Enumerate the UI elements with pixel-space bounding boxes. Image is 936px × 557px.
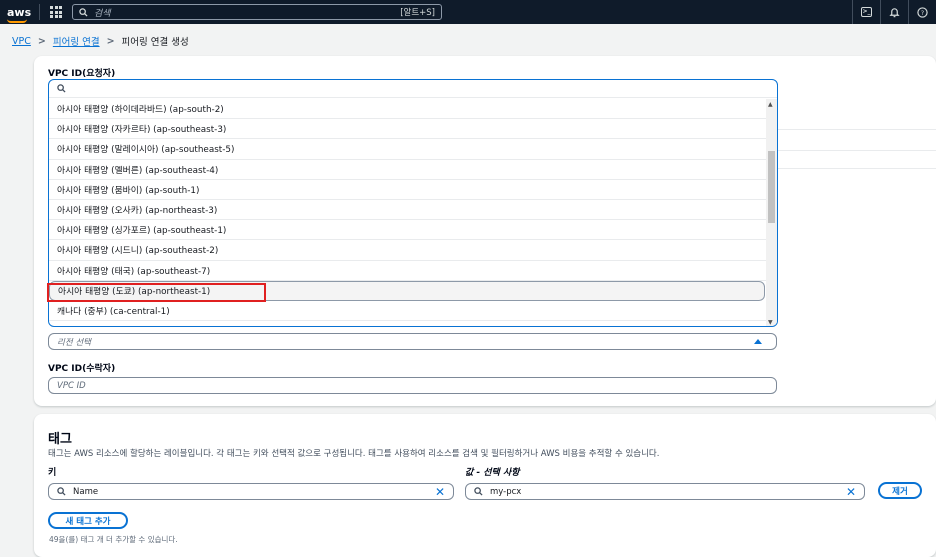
cloudshell-button[interactable]: >_ xyxy=(852,0,880,24)
search-icon xyxy=(79,7,88,17)
breadcrumb-vpc-link[interactable]: VPC xyxy=(12,36,31,47)
region-option[interactable]: 아시아 태평양 (태국) (ap-southeast-7) xyxy=(49,261,767,281)
tag-key-input[interactable]: Name ✕ xyxy=(48,483,454,500)
region-option[interactable]: 캐나다 (중부) (ca-central-1) xyxy=(49,301,767,322)
tag-key-value: Name xyxy=(73,486,99,497)
chevron-right-icon: > xyxy=(37,35,46,47)
region-select-placeholder: 리전 선택 xyxy=(57,337,91,348)
tag-value-label: 값 - 선택 사항 xyxy=(465,468,520,478)
divider xyxy=(778,129,936,130)
region-option[interactable]: 아시아 태평양 (시드니) (ap-southeast-2) xyxy=(49,240,767,261)
search-shortcut: [알트+S] xyxy=(400,8,435,18)
breadcrumb-peering-link[interactable]: 피어링 연결 xyxy=(53,34,100,48)
scrollbar-thumb[interactable] xyxy=(768,151,775,223)
clear-icon[interactable]: ✕ xyxy=(435,485,445,499)
aws-smile-icon xyxy=(7,19,27,23)
tag-key-label: 키 xyxy=(48,468,57,478)
tag-value-value: my-pcx xyxy=(490,486,522,497)
terminal-icon: >_ xyxy=(861,7,872,17)
tags-heading: 태그 xyxy=(48,432,72,447)
region-option[interactable]: 아시아 태평양 (자카르타) (ap-southeast-3) xyxy=(49,119,767,140)
divider xyxy=(39,4,40,20)
search-placeholder: 검색 xyxy=(94,8,111,19)
top-nav-bar: aws 검색 [알트+S] >_ ? xyxy=(0,0,936,24)
aws-logo[interactable]: aws xyxy=(7,5,32,23)
dropdown-scrollbar[interactable]: ▲ ▼ xyxy=(766,99,777,326)
region-option[interactable]: 아시아 태평양 (오사카) (ap-northeast-3) xyxy=(49,200,767,221)
aws-logo-text: aws xyxy=(7,5,32,19)
bell-icon xyxy=(889,7,900,17)
search-icon xyxy=(57,487,66,496)
region-option[interactable]: 아시아 태평양 (멜버른) (ap-southeast-4) xyxy=(49,160,767,180)
svg-text:?: ? xyxy=(921,8,924,16)
region-option[interactable]: 아시아 태평양 (하이데라바드) (ap-south-2) xyxy=(49,99,767,120)
clear-icon[interactable]: ✕ xyxy=(846,485,856,499)
accepter-vpc-input[interactable]: VPC ID xyxy=(48,377,777,394)
accepter-vpc-placeholder: VPC ID xyxy=(57,380,86,391)
highlight-annotation-box xyxy=(47,283,266,302)
help-icon: ? xyxy=(917,6,928,18)
divider xyxy=(778,150,936,151)
remove-tag-button[interactable]: 제거 xyxy=(878,482,922,499)
global-search-input[interactable]: 검색 [알트+S] xyxy=(72,4,442,20)
caret-up-icon xyxy=(754,339,762,344)
tag-limit-note: 49을(를) 태그 개 더 추가할 수 있습니다. xyxy=(49,535,178,544)
breadcrumb-current: 피어링 연결 생성 xyxy=(121,37,189,48)
tag-value-input[interactable]: my-pcx ✕ xyxy=(465,483,865,500)
divider xyxy=(778,168,936,169)
breadcrumb: VPC > 피어링 연결 > 피어링 연결 생성 xyxy=(12,34,189,49)
region-filter-input[interactable] xyxy=(49,80,777,98)
scroll-up-icon[interactable]: ▲ xyxy=(768,101,773,108)
notifications-button[interactable] xyxy=(880,0,908,24)
accepter-vpc-label: VPC ID(수락자) xyxy=(48,364,116,374)
tags-description: 태그는 AWS 리소스에 할당하는 레이블입니다. 각 태그는 키와 선택적 값… xyxy=(48,449,660,459)
search-icon xyxy=(474,487,483,496)
region-option[interactable]: 아시아 태평양 (말레이시아) (ap-southeast-5) xyxy=(49,139,767,160)
help-button[interactable]: ? xyxy=(908,0,936,24)
region-option[interactable]: 아시아 태평양 (뭄바이) (ap-south-1) xyxy=(49,180,767,200)
region-option[interactable]: 아시아 태평양 (싱가포르) (ap-southeast-1) xyxy=(49,220,767,241)
scroll-down-icon[interactable]: ▼ xyxy=(768,319,773,326)
add-tag-button[interactable]: 새 태그 추가 xyxy=(48,512,128,529)
chevron-right-icon: > xyxy=(106,35,115,47)
search-icon xyxy=(57,84,66,93)
region-select[interactable]: 리전 선택 xyxy=(48,333,777,350)
services-grid-icon[interactable] xyxy=(50,6,62,18)
requester-vpc-label: VPC ID(요청자) xyxy=(48,69,116,79)
